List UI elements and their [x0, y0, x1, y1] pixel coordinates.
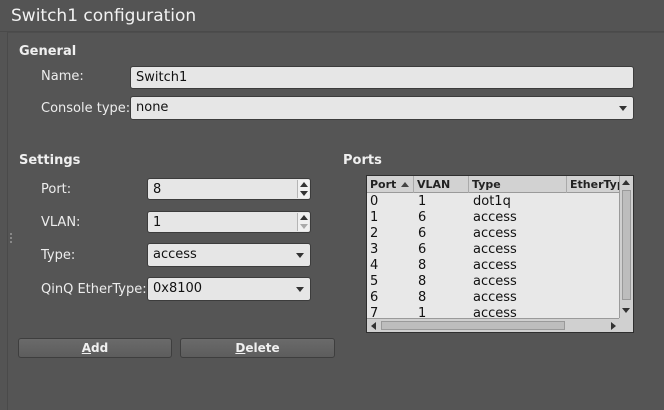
scroll-corner — [619, 318, 633, 332]
table-row[interactable]: 4 8 access — [367, 258, 620, 274]
table-row[interactable]: 0 1 dot1q — [367, 194, 620, 210]
ports-table-body: 0 1 dot1q 1 6 access 2 6 access 3 6 acce… — [367, 194, 620, 322]
increment-icon[interactable] — [300, 182, 308, 187]
port-cell: 6 — [370, 290, 379, 305]
decrement-icon[interactable] — [300, 224, 308, 229]
qinq-ethertype-value: 0x8100 — [153, 281, 203, 296]
scroll-right-icon[interactable] — [611, 322, 616, 330]
sort-ascending-icon — [401, 182, 409, 187]
port-cell: 5 — [370, 274, 379, 289]
type-cell: dot1q — [473, 194, 511, 209]
chevron-down-icon — [619, 106, 627, 111]
vertical-scrollbar[interactable] — [619, 176, 633, 319]
type-cell: access — [473, 258, 517, 273]
general-section-title: General — [19, 44, 77, 59]
vlan-label: VLAN: — [41, 215, 81, 230]
type-select[interactable]: access — [147, 243, 311, 267]
type-label: Type: — [41, 248, 76, 263]
table-row[interactable]: 3 6 access — [367, 242, 620, 258]
increment-icon[interactable] — [300, 215, 308, 220]
port-cell: 0 — [370, 194, 379, 209]
vlan-cell: 8 — [418, 258, 427, 273]
console-type-select[interactable]: none — [130, 96, 634, 120]
ports-table-header: Port VLAN Type EtherTyp — [367, 176, 620, 193]
table-row[interactable]: 6 8 access — [367, 290, 620, 306]
port-label: Port: — [41, 182, 72, 197]
name-label: Name: — [41, 69, 84, 84]
vlan-cell: 6 — [418, 210, 427, 225]
window-title: Switch1 configuration — [11, 6, 197, 26]
ports-section-title: Ports — [343, 153, 382, 168]
vlan-cell: 8 — [418, 274, 427, 289]
console-type-value: none — [136, 100, 169, 115]
port-cell: 4 — [370, 258, 379, 273]
type-value: access — [153, 247, 197, 262]
vlan-cell: 1 — [418, 194, 427, 209]
vlan-cell: 6 — [418, 226, 427, 241]
chevron-down-icon — [296, 253, 304, 258]
type-cell: access — [473, 226, 517, 241]
type-cell: access — [473, 242, 517, 257]
scroll-left-icon[interactable] — [371, 322, 376, 330]
port-cell: 1 — [370, 210, 379, 225]
splitter-handle[interactable] — [10, 233, 13, 247]
horizontal-scrollbar[interactable] — [367, 318, 620, 332]
table-row[interactable]: 2 6 access — [367, 226, 620, 242]
chevron-down-icon — [296, 287, 304, 292]
horizontal-scroll-thumb[interactable] — [381, 321, 565, 330]
vlan-stepper[interactable] — [297, 213, 309, 231]
console-type-label: Console type: — [41, 101, 131, 116]
vlan-cell: 8 — [418, 290, 427, 305]
table-row[interactable]: 5 8 access — [367, 274, 620, 290]
qinq-ethertype-label: QinQ EtherType: — [41, 282, 147, 297]
qinq-ethertype-select[interactable]: 0x8100 — [147, 277, 311, 301]
table-row[interactable]: 1 6 access — [367, 210, 620, 226]
vlan-spinbox[interactable]: 1 — [147, 211, 311, 233]
ports-table[interactable]: Port VLAN Type EtherTyp 0 1 dot1q 1 6 ac… — [366, 175, 634, 333]
column-header-vlan[interactable]: VLAN — [414, 176, 469, 193]
column-header-ethertype[interactable]: EtherTyp — [567, 176, 620, 193]
settings-section-title: Settings — [19, 153, 81, 168]
vlan-value: 1 — [153, 215, 162, 230]
name-input[interactable]: Switch1 — [130, 66, 634, 89]
add-button[interactable]: Add — [18, 338, 172, 358]
scroll-up-icon[interactable] — [622, 180, 630, 185]
port-cell: 3 — [370, 242, 379, 257]
port-spinbox[interactable]: 8 — [147, 178, 311, 200]
scroll-down-icon[interactable] — [622, 308, 630, 313]
port-value: 8 — [153, 182, 162, 197]
column-header-type[interactable]: Type — [469, 176, 567, 193]
column-header-port[interactable]: Port — [367, 176, 414, 193]
delete-button[interactable]: Delete — [180, 338, 335, 358]
type-cell: access — [473, 210, 517, 225]
port-stepper[interactable] — [297, 180, 309, 198]
type-cell: access — [473, 274, 517, 289]
decrement-icon[interactable] — [300, 191, 308, 196]
port-cell: 2 — [370, 226, 379, 241]
vlan-cell: 6 — [418, 242, 427, 257]
vertical-scroll-thumb[interactable] — [622, 190, 631, 300]
title-bar: Switch1 configuration — [0, 0, 664, 32]
type-cell: access — [473, 290, 517, 305]
